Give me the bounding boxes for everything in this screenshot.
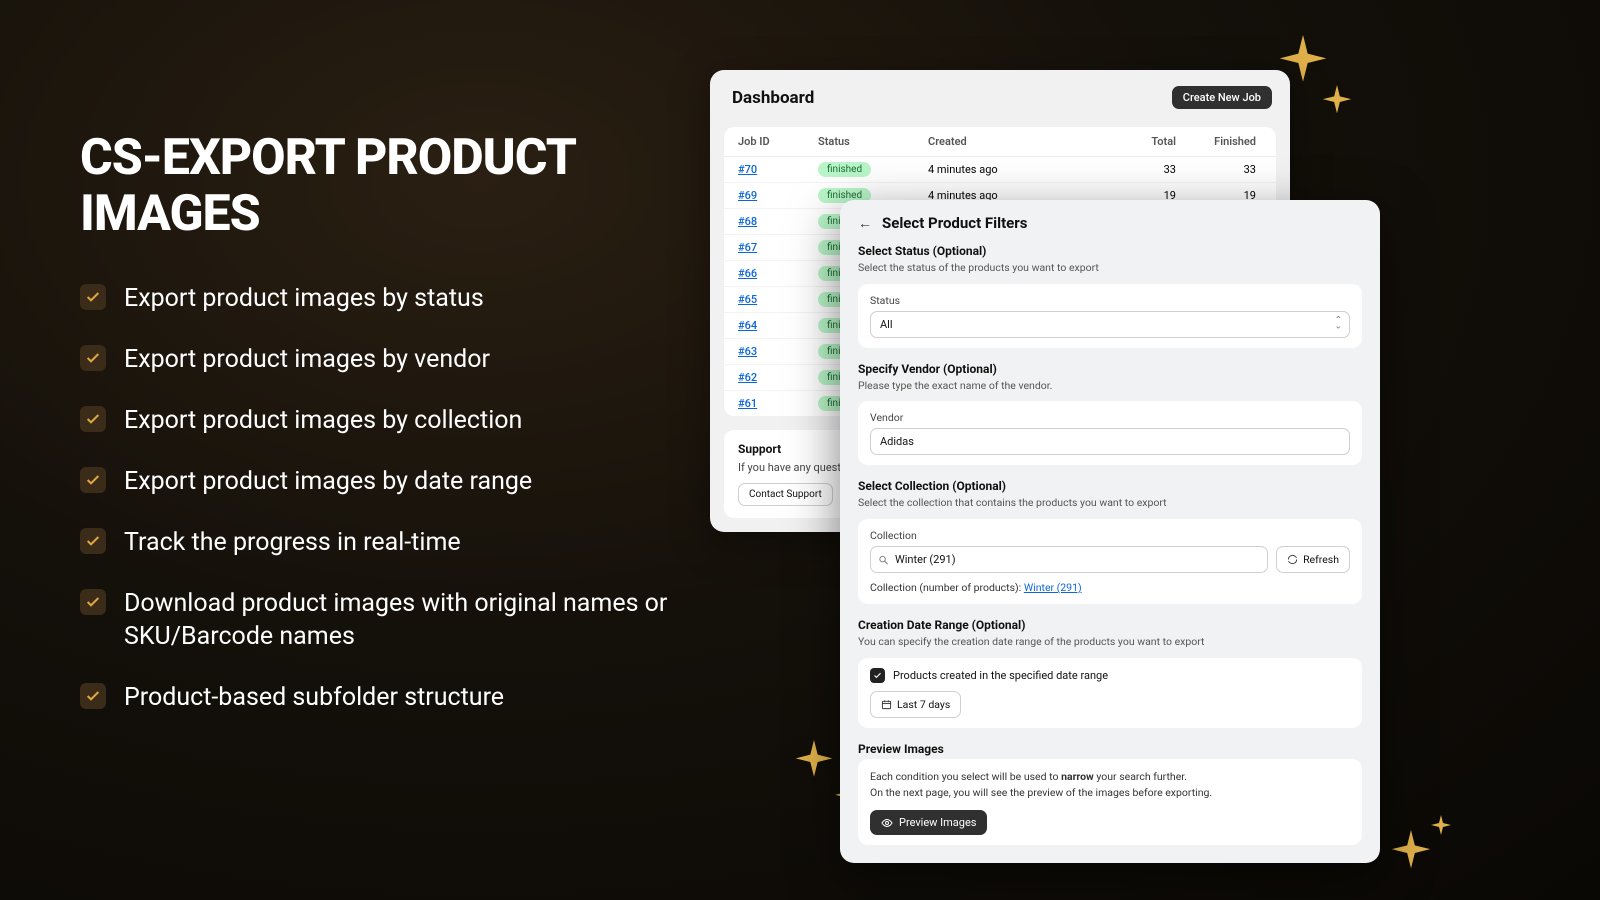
vendor-input[interactable]: [870, 428, 1350, 455]
job-id-link[interactable]: #69: [738, 189, 757, 202]
feature-list: Export product images by status Export pr…: [80, 282, 680, 714]
check-icon: [80, 683, 106, 709]
feature-item: Product-based subfolder structure: [80, 681, 680, 714]
col-total: Total: [1092, 135, 1182, 148]
job-id-link[interactable]: #67: [738, 241, 757, 254]
collection-sub: Select the collection that contains the …: [858, 496, 1362, 511]
job-id-link[interactable]: #65: [738, 293, 757, 306]
feature-item: Export product images by collection: [80, 404, 680, 437]
calendar-icon: [881, 699, 892, 710]
job-id-link[interactable]: #64: [738, 319, 757, 332]
vendor-heading: Specify Vendor (Optional): [858, 362, 1362, 376]
status-heading: Select Status (Optional): [858, 244, 1362, 258]
check-icon: [80, 345, 106, 371]
collection-search-input[interactable]: [870, 546, 1268, 573]
feature-text: Track the progress in real-time: [124, 526, 461, 559]
collection-label: Collection: [870, 529, 1350, 542]
create-job-button[interactable]: Create New Job: [1172, 86, 1272, 109]
col-status: Status: [818, 135, 928, 148]
date-checkbox[interactable]: [870, 668, 885, 683]
vendor-label: Vendor: [870, 411, 1350, 424]
col-job-id: Job ID: [738, 135, 818, 148]
collection-link[interactable]: Winter (291): [1024, 581, 1082, 594]
job-id-link[interactable]: #63: [738, 345, 757, 358]
job-id-link[interactable]: #70: [738, 163, 757, 176]
date-sub: You can specify the creation date range …: [858, 635, 1362, 650]
date-checkbox-label: Products created in the specified date r…: [893, 669, 1108, 682]
feature-text: Export product images by status: [124, 282, 484, 315]
filters-panel: ← Select Product Filters Select Status (…: [840, 200, 1380, 863]
job-id-link[interactable]: #68: [738, 215, 757, 228]
preview-description: Each condition you select will be used t…: [870, 769, 1350, 801]
job-id-link[interactable]: #62: [738, 371, 757, 384]
sparkle-icon: [1429, 815, 1453, 839]
finished-cell: 33: [1182, 163, 1262, 176]
status-select[interactable]: All: [870, 311, 1350, 338]
feature-text: Product-based subfolder structure: [124, 681, 504, 714]
feature-item: Download product images with original na…: [80, 587, 680, 653]
feature-text: Download product images with original na…: [124, 587, 680, 653]
table-row: #70finished4 minutes ago3333: [724, 157, 1276, 183]
feature-text: Export product images by collection: [124, 404, 522, 437]
preview-images-button[interactable]: Preview Images: [870, 810, 987, 835]
refresh-label: Refresh: [1303, 553, 1339, 566]
check-icon: [80, 528, 106, 554]
date-range-label: Last 7 days: [897, 698, 950, 711]
sparkle-icon: [1320, 85, 1354, 119]
check-icon: [80, 284, 106, 310]
status-sub: Select the status of the products you wa…: [858, 261, 1362, 276]
feature-item: Track the progress in real-time: [80, 526, 680, 559]
contact-support-button[interactable]: Contact Support: [738, 483, 833, 506]
search-icon: [878, 554, 889, 565]
total-cell: 33: [1092, 163, 1182, 176]
feature-text: Export product images by vendor: [124, 343, 490, 376]
check-icon: [80, 467, 106, 493]
filters-title: Select Product Filters: [882, 214, 1027, 232]
sparkle-icon: [792, 740, 836, 784]
check-icon: [873, 671, 882, 680]
check-icon: [80, 589, 106, 615]
vendor-sub: Please type the exact name of the vendor…: [858, 379, 1362, 394]
date-heading: Creation Date Range (Optional): [858, 618, 1362, 632]
refresh-icon: [1287, 554, 1298, 565]
select-chevrons-icon: ⌃⌄: [1334, 319, 1342, 330]
feature-item: Export product images by date range: [80, 465, 680, 498]
col-finished: Finished: [1182, 135, 1262, 148]
preview-heading: Preview Images: [858, 742, 1362, 756]
status-label: Status: [870, 294, 1350, 307]
date-range-button[interactable]: Last 7 days: [870, 691, 961, 718]
check-icon: [80, 406, 106, 432]
feature-text: Export product images by date range: [124, 465, 532, 498]
sparkle-icon: [1388, 830, 1434, 876]
job-id-link[interactable]: #61: [738, 397, 757, 410]
job-id-link[interactable]: #66: [738, 267, 757, 280]
eye-icon: [881, 817, 893, 829]
hero-section: CS-EXPORT PRODUCT IMAGES Export product …: [80, 130, 680, 714]
collection-link-prefix: Collection (number of products):: [870, 581, 1024, 594]
back-icon[interactable]: ←: [858, 215, 872, 232]
feature-item: Export product images by vendor: [80, 343, 680, 376]
preview-button-label: Preview Images: [899, 816, 976, 829]
col-created: Created: [928, 135, 1092, 148]
dashboard-title: Dashboard: [732, 88, 814, 108]
refresh-button[interactable]: Refresh: [1276, 546, 1350, 573]
page-title: CS-EXPORT PRODUCT IMAGES: [80, 130, 680, 242]
status-badge: finished: [818, 162, 871, 177]
feature-item: Export product images by status: [80, 282, 680, 315]
created-cell: 4 minutes ago: [928, 163, 1092, 176]
collection-heading: Select Collection (Optional): [858, 479, 1362, 493]
